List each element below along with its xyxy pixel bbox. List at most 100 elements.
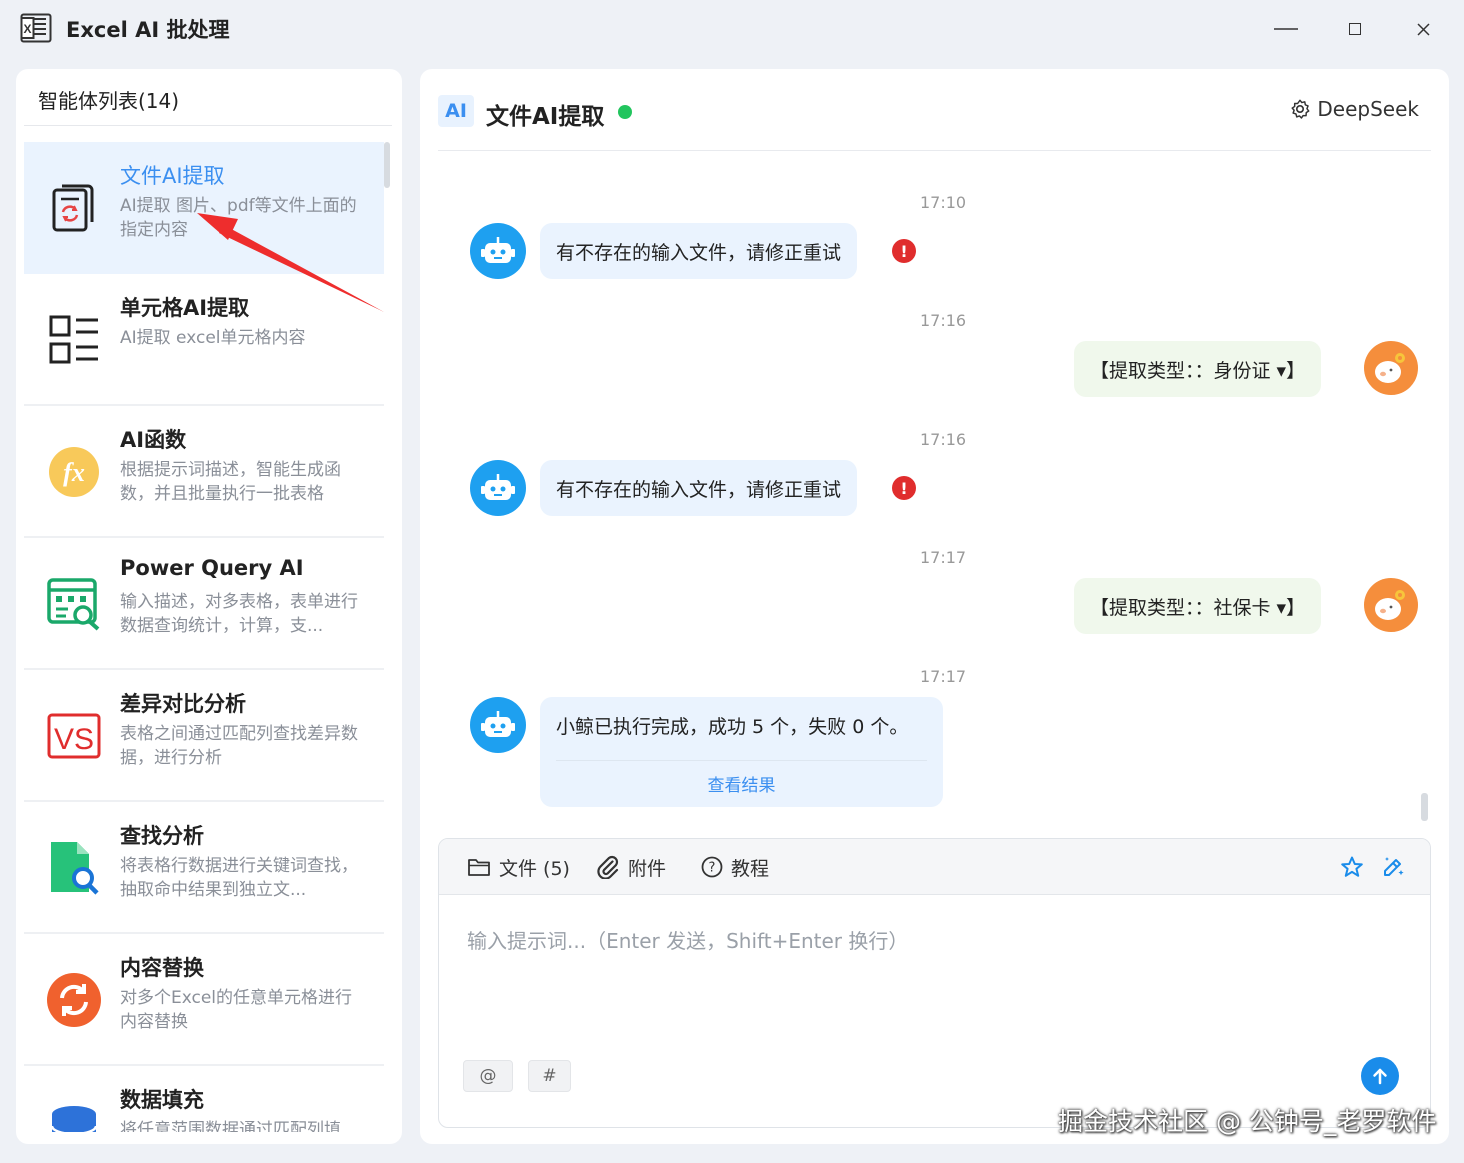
attachment-button[interactable]: 附件 <box>596 839 666 895</box>
agent-item-find-analysis[interactable]: 查找分析 将表格行数据进行关键词查找，抽取命中结果到独立文... <box>24 802 384 934</box>
favorite-button[interactable] <box>1338 853 1366 881</box>
user-avatar <box>1364 341 1418 395</box>
agent-item-diff-compare[interactable]: VS 差异对比分析 表格之间通过匹配列查找差异数据，进行分析 <box>24 670 384 802</box>
agent-item-power-query-ai[interactable]: Power Query AI 输入描述，对多表格，表单进行数据查询统计，计算，支… <box>24 538 384 670</box>
agent-item-data-fill[interactable]: 数据填充 将任意范围数据通过匹配列填 <box>24 1066 384 1132</box>
agent-title: 查找分析 <box>120 824 204 848</box>
model-settings-button[interactable]: DeepSeek <box>1289 97 1419 121</box>
agent-title: 内容替换 <box>120 956 204 980</box>
agent-item-ai-function[interactable]: fx AI函数 根据提示词描述，智能生成函数，并且批量执行一批表格 <box>24 406 384 538</box>
timestamp: 17:17 <box>920 548 967 567</box>
divider <box>24 125 392 126</box>
agent-list-header: 智能体列表(14) <box>38 89 180 113</box>
star-icon <box>1341 856 1363 877</box>
agent-list: 文件AI提取 AI提取 图片、pdf等文件上面的指定内容 单元格AI提取 AI提… <box>24 142 384 1132</box>
agent-title: AI函数 <box>120 428 187 452</box>
magic-edit-button[interactable] <box>1379 853 1407 881</box>
agent-desc: 根据提示词描述，智能生成函数，并且批量执行一批表格 <box>120 460 341 504</box>
mention-button[interactable]: @ <box>463 1060 513 1092</box>
chat-title: 文件AI提取 <box>486 104 605 130</box>
app-title: Excel AI 批处理 <box>66 18 230 42</box>
status-dot <box>618 105 632 119</box>
robot-icon <box>481 237 515 263</box>
model-label: DeepSeek <box>1317 97 1419 121</box>
chat-panel: AI 文件AI提取 DeepSeek 17:10 有不存在的输入文件，请修正重试… <box>420 69 1449 1144</box>
vs-icon: VS <box>46 708 102 764</box>
agent-title: Power Query AI <box>120 556 304 580</box>
robot-icon <box>481 474 515 500</box>
prompt-input[interactable] <box>467 925 1397 1045</box>
files-button[interactable]: 文件 (5) <box>467 839 570 895</box>
timestamp: 17:10 <box>920 193 967 212</box>
bot-message: 有不存在的输入文件，请修正重试 <box>540 223 858 279</box>
agent-desc: 将任意范围数据通过匹配列填 <box>120 1120 341 1132</box>
agent-item-file-ai-extract[interactable]: 文件AI提取 AI提取 图片、pdf等文件上面的指定内容 <box>24 142 384 274</box>
gear-icon <box>1291 99 1310 119</box>
agent-title: 文件AI提取 <box>120 164 225 188</box>
agent-desc: 表格之间通过匹配列查找差异数据，进行分析 <box>120 724 358 768</box>
svg-text:VS: VS <box>54 723 94 756</box>
composer-toolbar: 文件 (5) 附件 ? 教程 <box>439 839 1430 895</box>
excel-doc-icon: X <box>20 13 52 47</box>
timestamp: 17:16 <box>920 311 967 330</box>
grid-list-icon <box>46 312 102 368</box>
bot-avatar <box>470 223 526 279</box>
file-search-icon <box>46 840 102 896</box>
chat-scrollbar[interactable] <box>1421 793 1428 821</box>
svg-text:fx: fx <box>63 458 85 487</box>
tutorial-label: 教程 <box>731 857 770 880</box>
minimize-icon <box>1274 28 1298 30</box>
agent-title: 差异对比分析 <box>120 692 246 716</box>
bot-avatar <box>470 460 526 516</box>
files-label: 文件 (5) <box>499 857 570 880</box>
agent-item-content-replace[interactable]: 内容替换 对多个Excel的任意单元格进行内容替换 <box>24 934 384 1066</box>
watermark: 掘金技术社区 @ 公钟号_老罗软件 <box>1058 1107 1437 1136</box>
close-button[interactable] <box>1403 10 1443 48</box>
user-avatar <box>1364 578 1418 632</box>
send-button[interactable] <box>1361 1057 1399 1095</box>
hash-button[interactable]: # <box>528 1060 571 1092</box>
table-search-icon <box>46 576 102 632</box>
robot-icon <box>481 711 515 737</box>
result-text: 小鲸已执行完成，成功 5 个，失败 0 个。 <box>556 716 909 738</box>
chat-header: AI 文件AI提取 DeepSeek <box>438 91 1431 151</box>
error-icon: ! <box>892 476 916 500</box>
attachment-label: 附件 <box>628 857 667 880</box>
agent-sidebar: 智能体列表(14) 文件AI提取 AI提取 图片、pdf等文件上面的指定内容 单… <box>16 69 402 1144</box>
svg-text:?: ? <box>709 861 716 876</box>
divider <box>556 760 927 761</box>
user-message: 【提取类型：：身份证 ▾】 <box>1074 341 1322 397</box>
agent-desc: 输入描述，对多表格，表单进行数据查询统计，计算，支... <box>120 592 358 636</box>
agent-desc: 对多个Excel的任意单元格进行内容替换 <box>120 988 353 1032</box>
maximize-icon <box>1349 23 1361 35</box>
maximize-button[interactable] <box>1335 10 1375 48</box>
magic-pen-icon <box>1384 857 1404 876</box>
document-refresh-icon <box>46 180 102 236</box>
arrow-up-icon <box>1373 1068 1387 1085</box>
error-icon: ! <box>892 239 916 263</box>
message-composer: 文件 (5) 附件 ? 教程 输入提示词...（Enter 发送，Shift+E… <box>438 838 1431 1128</box>
agent-desc: AI提取 图片、pdf等文件上面的指定内容 <box>120 196 357 240</box>
timestamp: 17:17 <box>920 667 967 686</box>
agent-desc: 将表格行数据进行关键词查找，抽取命中结果到独立文... <box>120 856 358 900</box>
close-icon <box>1416 22 1430 36</box>
message-list: 17:10 有不存在的输入文件，请修正重试 ! 17:16 【提取类型：：身份证… <box>420 169 1449 819</box>
ai-badge: AI <box>438 95 474 127</box>
bot-message: 有不存在的输入文件，请修正重试 <box>540 460 858 516</box>
fx-function-icon: fx <box>46 444 102 500</box>
svg-text:X: X <box>23 22 31 36</box>
agent-desc: AI提取 excel单元格内容 <box>120 328 306 348</box>
database-icon <box>46 1104 102 1132</box>
timestamp: 17:16 <box>920 430 967 449</box>
paperclip-icon <box>597 855 619 879</box>
agent-item-cell-ai-extract[interactable]: 单元格AI提取 AI提取 excel单元格内容 <box>24 274 384 406</box>
view-result-link[interactable]: 查看结果 <box>540 771 943 796</box>
sidebar-scrollbar[interactable] <box>384 142 390 188</box>
minimize-button[interactable] <box>1266 10 1306 48</box>
replace-refresh-icon <box>46 972 102 1028</box>
agent-title: 数据填充 <box>120 1088 204 1112</box>
tutorial-button[interactable]: ? 教程 <box>701 839 769 895</box>
agent-title: 单元格AI提取 <box>120 296 250 320</box>
title-bar: X Excel AI 批处理 <box>0 0 1464 58</box>
pig-avatar-icon <box>1375 590 1405 620</box>
